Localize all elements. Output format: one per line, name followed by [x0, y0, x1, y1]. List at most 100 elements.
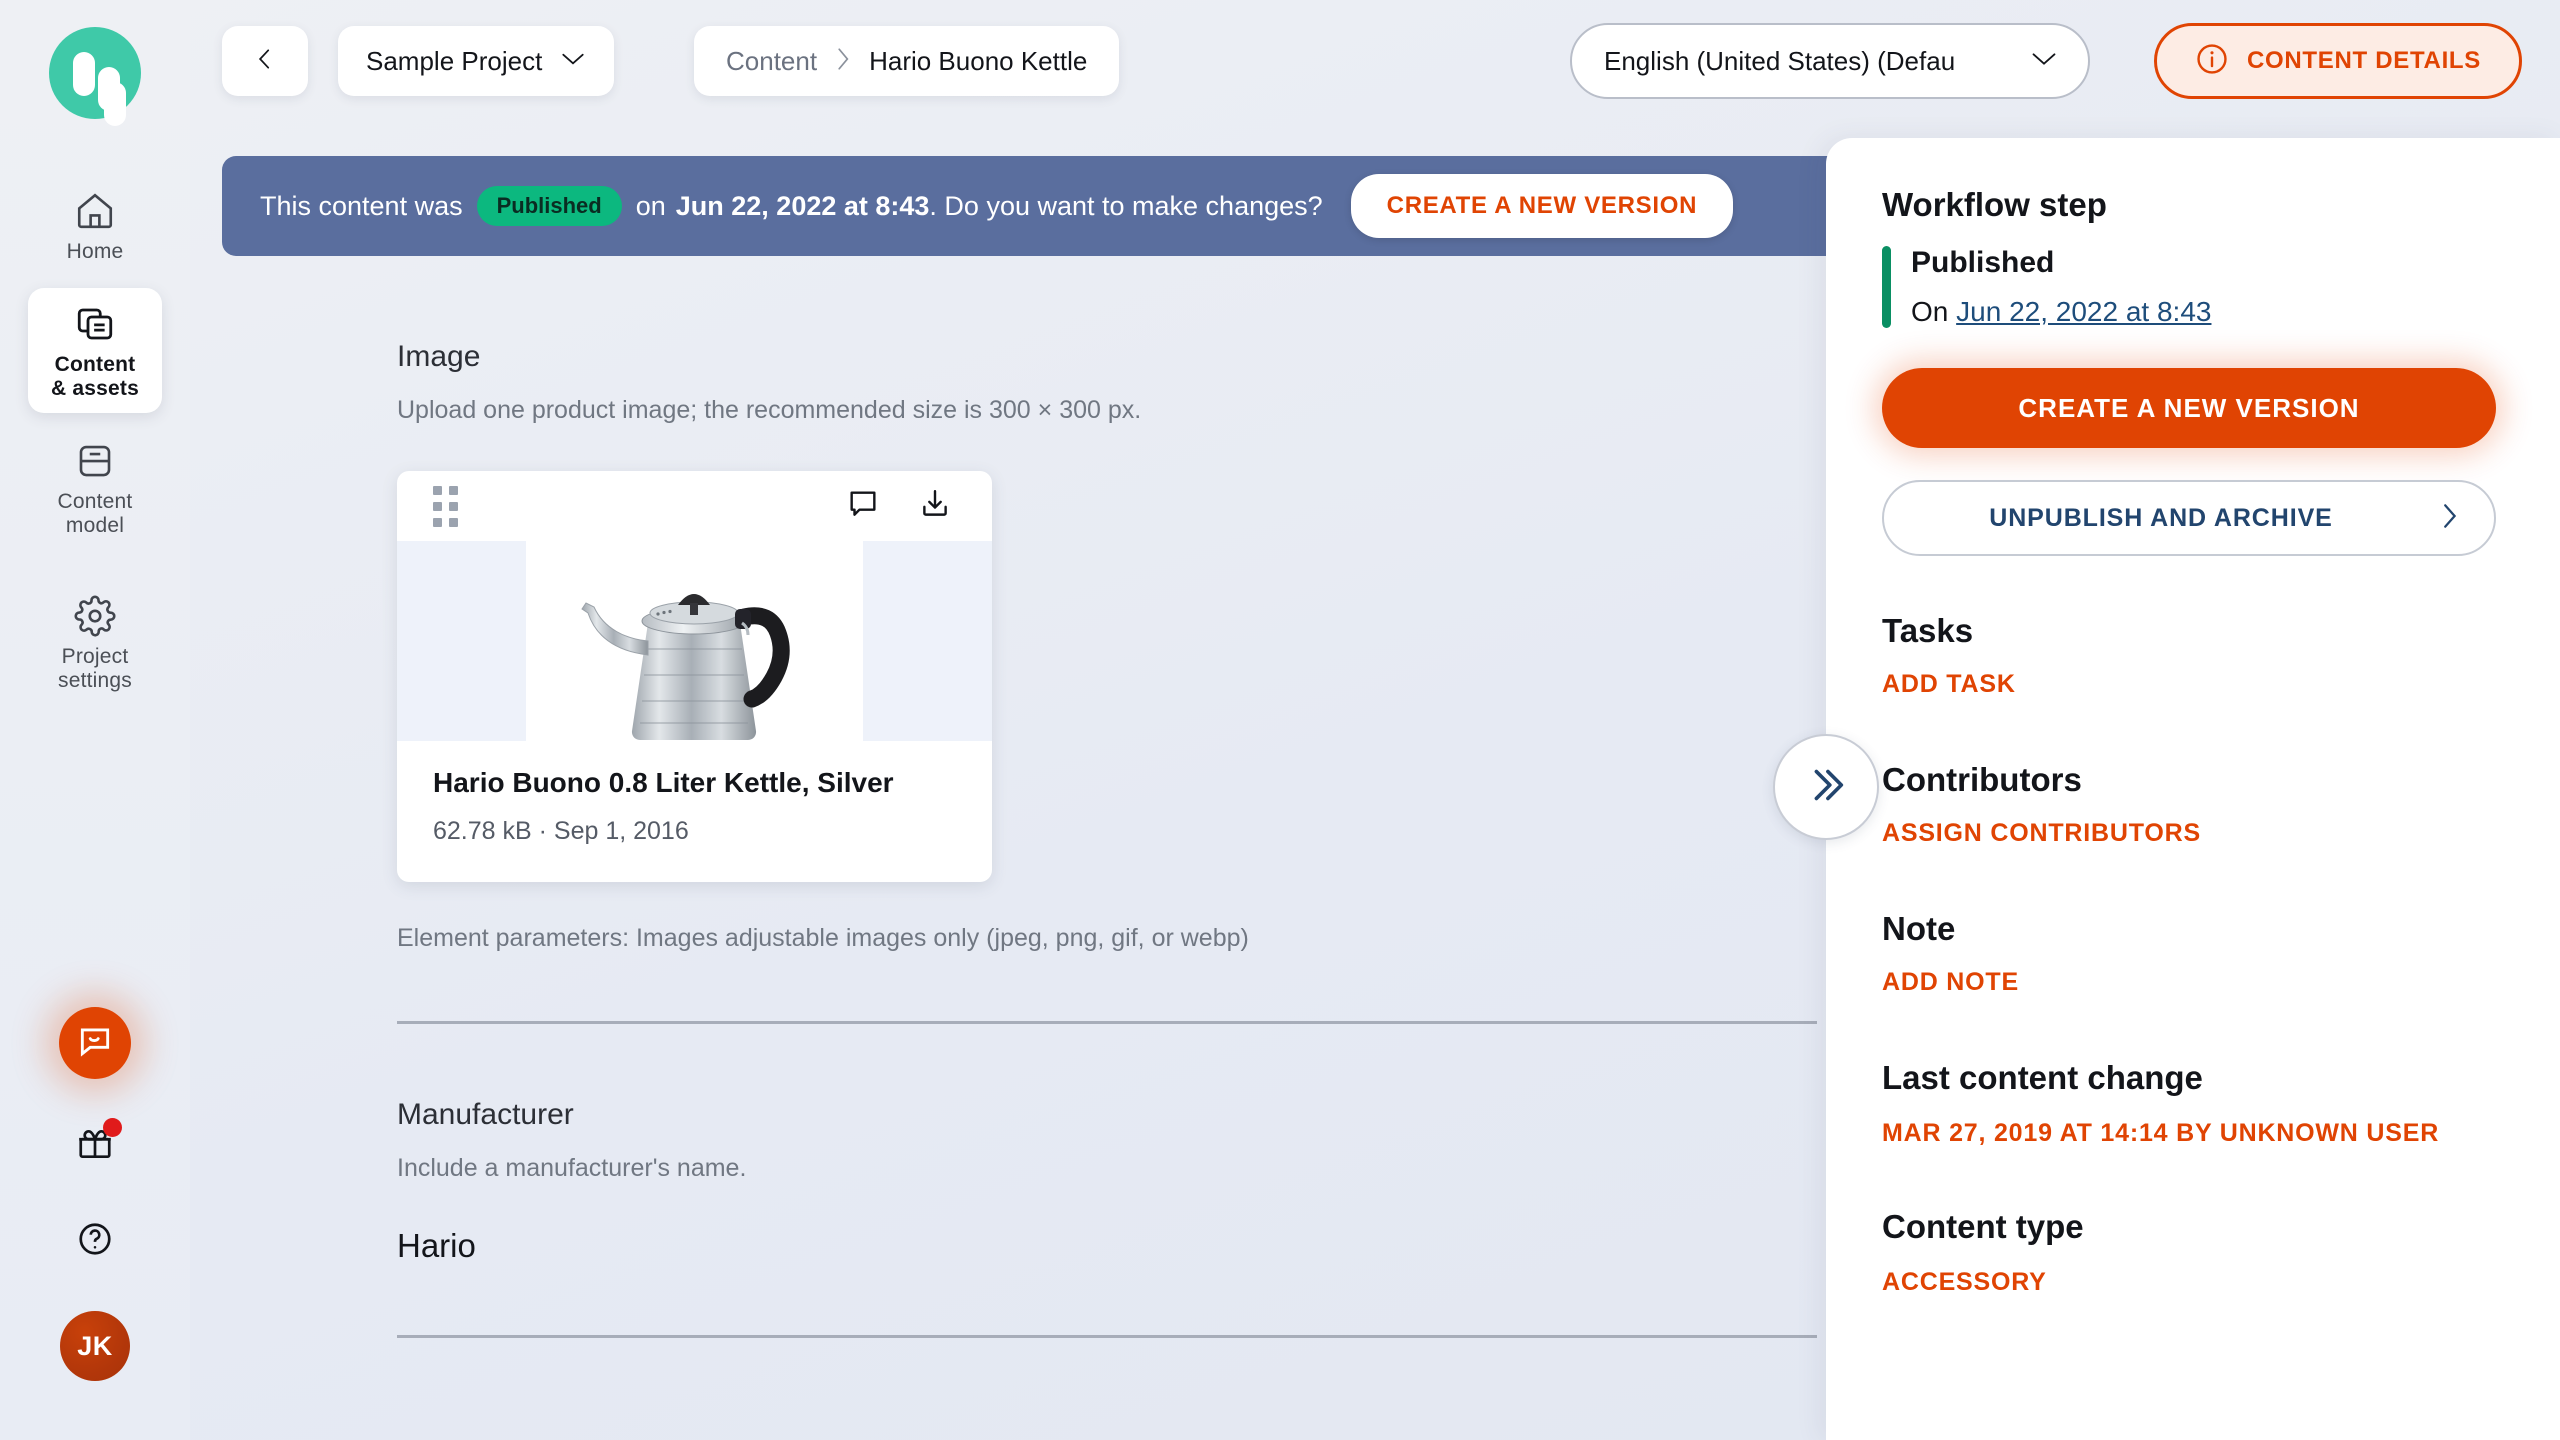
sidebar-item-label-2: model: [66, 514, 124, 537]
note-section: Note ADD NOTE: [1882, 910, 2496, 997]
content-assets-icon: [73, 302, 117, 346]
language-value: English (United States) (Defau: [1604, 46, 1955, 77]
section-title: Last content change: [1882, 1059, 2496, 1097]
field-guide: Upload one product image; the recommende…: [397, 396, 1762, 425]
info-circle-icon: [2195, 42, 2229, 81]
breadcrumb-root[interactable]: Content: [726, 46, 817, 77]
manufacturer-field: Manufacturer Include a manufacturer's na…: [397, 1098, 1762, 1338]
section-title: Note: [1882, 910, 2496, 948]
home-icon: [73, 189, 117, 233]
add-note-link[interactable]: ADD NOTE: [1882, 968, 2496, 997]
workflow-date-link[interactable]: Jun 22, 2022 at 8:43: [1956, 296, 2211, 327]
sidebar-item-label: Content: [55, 353, 136, 376]
chevron-left-icon: [252, 42, 278, 81]
asset-thumbnail: [397, 541, 992, 741]
content-editor: Image Upload one product image; the reco…: [222, 300, 1822, 1440]
sidebar-item-label-2: & assets: [51, 377, 139, 400]
gear-icon: [73, 594, 117, 638]
chevron-right-icon: [834, 46, 852, 77]
chevron-down-icon: [560, 50, 586, 73]
collapse-panel-button[interactable]: [1773, 734, 1879, 840]
field-label: Manufacturer: [397, 1098, 1762, 1132]
unpublish-archive-label: UNPUBLISH AND ARCHIVE: [1884, 504, 2438, 533]
back-button[interactable]: [222, 26, 308, 96]
section-divider: [397, 1335, 1817, 1338]
unpublish-archive-button[interactable]: UNPUBLISH AND ARCHIVE: [1882, 480, 2496, 556]
element-parameters: Element parameters: Images adjustable im…: [397, 924, 1762, 953]
banner-text-before: This content was: [260, 191, 463, 222]
gift-button[interactable]: [76, 1125, 114, 1168]
kontent-logo[interactable]: [49, 27, 141, 119]
status-badge: Published: [477, 186, 622, 226]
last-change-value[interactable]: MAR 27, 2019 AT 14:14 BY UNKNOWN USER: [1882, 1119, 2496, 1148]
add-task-link[interactable]: ADD TASK: [1882, 670, 2496, 699]
manufacturer-value[interactable]: Hario: [397, 1227, 1762, 1265]
content-details-button[interactable]: CONTENT DETAILS: [2154, 23, 2522, 99]
asset-size-date: 62.78 kB · Sep 1, 2016: [433, 817, 952, 846]
sidebar-item-home[interactable]: Home: [28, 175, 162, 276]
notification-badge: [103, 1118, 122, 1137]
breadcrumb: Content Hario Buono Kettle: [694, 26, 1119, 96]
sidebar-item-label-2: settings: [58, 669, 132, 692]
double-chevron-right-icon: [1803, 762, 1849, 813]
sidebar-item-project-settings[interactable]: Project settings: [28, 580, 162, 705]
breadcrumb-current: Hario Buono Kettle: [869, 46, 1087, 77]
hario-kettle-image: [530, 551, 860, 741]
user-avatar[interactable]: JK: [60, 1311, 130, 1381]
chevron-down-icon: [2030, 49, 2058, 74]
workflow-step-title: Workflow step: [1882, 186, 2496, 224]
content-type-section: Content type ACCESSORY: [1882, 1208, 2496, 1297]
asset-name: Hario Buono 0.8 Liter Kettle, Silver: [433, 767, 952, 799]
help-button[interactable]: [76, 1220, 114, 1263]
asset-toolbar: [397, 471, 992, 541]
project-selector[interactable]: Sample Project: [338, 26, 614, 96]
app-root: Home Content & assets: [0, 0, 2560, 1440]
chevron-right-icon: [2438, 501, 2460, 536]
workflow-state: Published On Jun 22, 2022 at 8:43: [1882, 246, 2496, 328]
contributors-section: Contributors ASSIGN CONTRIBUTORS: [1882, 761, 2496, 848]
sidebar-item-label: Project: [62, 645, 129, 668]
banner-create-version-label: CREATE A NEW VERSION: [1387, 192, 1697, 220]
sidebar-item-label: Home: [67, 240, 124, 264]
download-icon[interactable]: [918, 487, 952, 526]
content-details-label: CONTENT DETAILS: [2247, 47, 2481, 75]
image-field: Image Upload one product image; the reco…: [397, 340, 1762, 1024]
feedback-button[interactable]: [59, 1007, 131, 1079]
workflow-state-name: Published: [1911, 246, 2211, 280]
banner-question: . Do you want to make changes?: [929, 191, 1322, 222]
sidebar-item-content-assets[interactable]: Content & assets: [28, 288, 162, 413]
language-selector[interactable]: English (United States) (Defau: [1570, 23, 2090, 99]
banner-text-after: on: [636, 191, 666, 222]
content-type-value[interactable]: ACCESSORY: [1882, 1268, 2496, 1297]
assign-contributors-link[interactable]: ASSIGN CONTRIBUTORS: [1882, 819, 2496, 848]
chat-smile-icon: [76, 1022, 114, 1065]
sidebar-item-label: Content: [58, 490, 133, 513]
banner-date: Jun 22, 2022 at 8:43: [676, 191, 930, 222]
sidebar-item-content-model[interactable]: Content model: [28, 425, 162, 550]
asset-meta: Hario Buono 0.8 Liter Kettle, Silver 62.…: [397, 741, 992, 882]
create-new-version-button[interactable]: CREATE A NEW VERSION: [1882, 368, 2496, 448]
tasks-section: Tasks ADD TASK: [1882, 612, 2496, 699]
last-content-change-section: Last content change MAR 27, 2019 AT 14:1…: [1882, 1059, 2496, 1148]
section-title: Contributors: [1882, 761, 2496, 799]
field-guide: Include a manufacturer's name.: [397, 1154, 1762, 1183]
banner-create-version-button[interactable]: CREATE A NEW VERSION: [1351, 174, 1733, 238]
sidebar-nav: Home Content & assets: [0, 175, 190, 705]
workflow-on-prefix: On: [1911, 296, 1956, 327]
project-name: Sample Project: [366, 46, 542, 77]
content-details-panel: Workflow step Published On Jun 22, 2022 …: [1826, 138, 2560, 1440]
drag-handle-icon[interactable]: [433, 486, 458, 527]
workflow-state-color-bar: [1882, 246, 1891, 328]
top-bar: Sample Project Content Hario Buono Kettl…: [190, 0, 2560, 128]
section-title: Content type: [1882, 1208, 2496, 1246]
section-title: Tasks: [1882, 612, 2496, 650]
asset-card[interactable]: Hario Buono 0.8 Liter Kettle, Silver 62.…: [397, 471, 992, 882]
sidebar-bottom: JK: [0, 1007, 190, 1440]
left-sidebar: Home Content & assets: [0, 0, 190, 1440]
comment-icon[interactable]: [846, 487, 880, 526]
question-circle-icon: [76, 1245, 114, 1262]
section-divider: [397, 1021, 1817, 1024]
content-model-icon: [73, 439, 117, 483]
gift-icon: [76, 1150, 114, 1167]
field-label: Image: [397, 340, 1762, 374]
